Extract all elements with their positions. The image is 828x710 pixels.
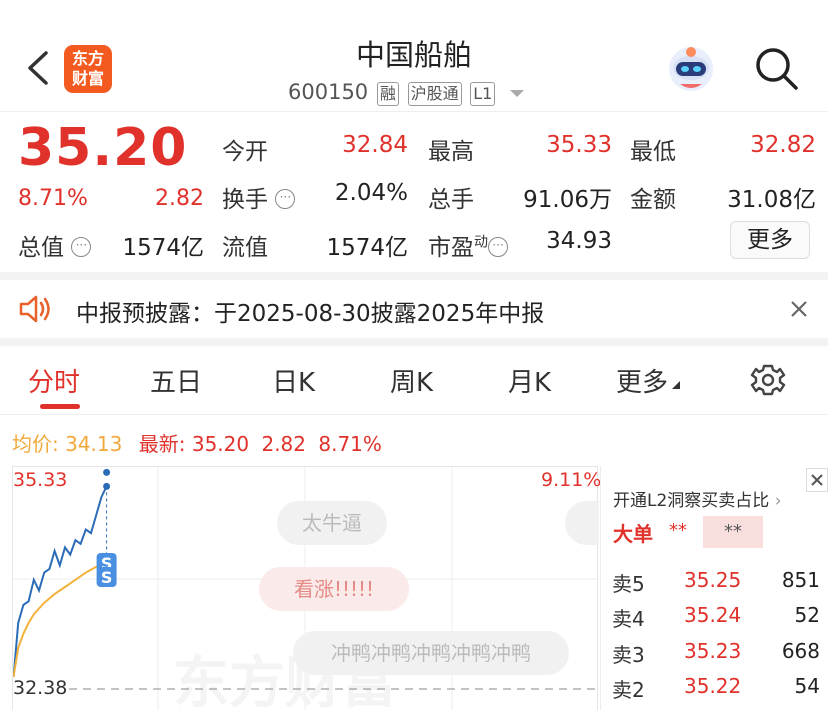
open-value: 32.84 xyxy=(342,132,408,158)
danmu-bubble[interactable]: 看涨!!!!! xyxy=(259,567,409,611)
avg-price-line xyxy=(13,562,107,681)
level-tag: L1 xyxy=(470,82,496,106)
margin-tag: 融 xyxy=(376,82,399,106)
low-value: 32.82 xyxy=(750,132,816,158)
amount-label: 金额 xyxy=(630,187,676,213)
close-icon[interactable] xyxy=(788,298,810,320)
price-summary: 均价: 34.13 最新: 35.20 2.82 8.71% xyxy=(12,428,382,457)
gear-icon[interactable] xyxy=(750,362,786,398)
info-icon[interactable]: ··· xyxy=(488,237,508,257)
high-value: 35.33 xyxy=(546,132,612,158)
info-icon[interactable]: ··· xyxy=(275,189,296,209)
caret-down-icon xyxy=(510,90,525,97)
corner-caret-icon xyxy=(672,381,681,389)
l2-promo-link[interactable]: 开通L2洞察买卖占比 › xyxy=(613,486,782,511)
danmu-bubble[interactable]: 太牛逼 xyxy=(277,501,387,545)
current-price: 35.20 xyxy=(18,118,188,178)
intraday-chart[interactable]: 东方财富 SS 太牛逼 看涨!!!!! 冲鸭冲鸭冲鸭冲鸭冲鸭 35.33 9.1… xyxy=(12,466,602,710)
close-icon[interactable] xyxy=(806,468,828,492)
float-label: 流值 xyxy=(222,235,268,261)
avg-value: 34.13 xyxy=(65,432,123,456)
big-order-buy: ** xyxy=(669,520,687,541)
volume-value: 91.06万 xyxy=(523,187,612,213)
robot-avatar-icon[interactable] xyxy=(666,44,716,94)
pct-max-label: 9.11% xyxy=(541,469,602,491)
amount-value: 31.08亿 xyxy=(727,187,816,213)
order-book-row: 卖3 35.23 668 xyxy=(612,639,820,667)
low-label: 最低 xyxy=(630,139,676,165)
order-book-row: 卖5 35.25 851 xyxy=(612,568,820,596)
latest-change: 2.82 xyxy=(261,432,306,456)
turnover-label[interactable]: 换手 ··· xyxy=(222,180,296,214)
stock-code-row[interactable]: 600150 融 沪股通 L1 xyxy=(288,80,526,106)
tab-more[interactable]: 更多 xyxy=(616,362,682,399)
pe-label[interactable]: 市盈动 ··· xyxy=(428,228,508,262)
big-order-sell: ** xyxy=(703,516,763,548)
avg-label: 均价: xyxy=(12,432,59,456)
turnover-value: 2.04% xyxy=(334,180,408,206)
big-order-label: 大单 xyxy=(613,522,653,546)
price-point xyxy=(103,482,111,490)
latest-label: 最新: xyxy=(138,432,186,456)
volume-label: 总手 xyxy=(428,187,474,213)
total-value-label[interactable]: 总值 ··· xyxy=(18,228,92,262)
y-max-label: 35.33 xyxy=(13,469,68,491)
hk-connect-tag: 沪股通 xyxy=(407,82,462,106)
search-icon[interactable] xyxy=(752,44,800,92)
divider xyxy=(0,272,828,280)
tab-weekly-k[interactable]: 周K xyxy=(390,362,433,399)
chevron-right-icon: › xyxy=(774,491,782,511)
float-value: 1574亿 xyxy=(326,235,408,261)
latest-value: 35.20 xyxy=(191,432,250,456)
latest-pct: 8.71% xyxy=(318,432,382,456)
tab-five-day[interactable]: 五日 xyxy=(150,362,202,399)
y-min-label: 32.38 xyxy=(13,677,68,699)
pe-value: 34.93 xyxy=(546,228,612,254)
open-label: 今开 xyxy=(222,139,268,165)
divider xyxy=(0,414,828,415)
tab-monthly-k[interactable]: 月K xyxy=(508,362,551,399)
high-label: 最高 xyxy=(428,139,474,165)
tab-daily-k[interactable]: 日K xyxy=(272,362,315,399)
order-book-row: 卖4 35.24 52 xyxy=(612,603,820,631)
change-percent: 8.71% xyxy=(18,186,88,211)
speaker-icon xyxy=(19,295,50,323)
stock-code: 600150 xyxy=(288,80,369,104)
total-value: 1574亿 xyxy=(122,235,204,261)
info-icon[interactable]: ··· xyxy=(71,237,92,257)
notice-bar[interactable]: 中报预披露：于2025-08-30披露2025年中报 xyxy=(0,280,828,338)
header: 东方 财富 中国船舶 600150 融 沪股通 L1 xyxy=(0,0,828,112)
price-line xyxy=(13,485,108,685)
more-button[interactable]: 更多 xyxy=(730,221,810,259)
divider xyxy=(0,338,828,346)
sell-marker-label: S xyxy=(101,568,113,587)
notice-text: 中报预披露：于2025-08-30披露2025年中报 xyxy=(76,301,545,327)
change-amount: 2.82 xyxy=(155,186,204,211)
price-point xyxy=(103,468,111,476)
order-book-row: 卖2 35.22 54 xyxy=(612,674,820,702)
tab-intraday[interactable]: 分时 xyxy=(28,362,80,399)
danmu-bubble[interactable]: 冲鸭冲鸭冲鸭冲鸭冲鸭 xyxy=(293,631,569,675)
active-tab-indicator xyxy=(40,404,80,409)
